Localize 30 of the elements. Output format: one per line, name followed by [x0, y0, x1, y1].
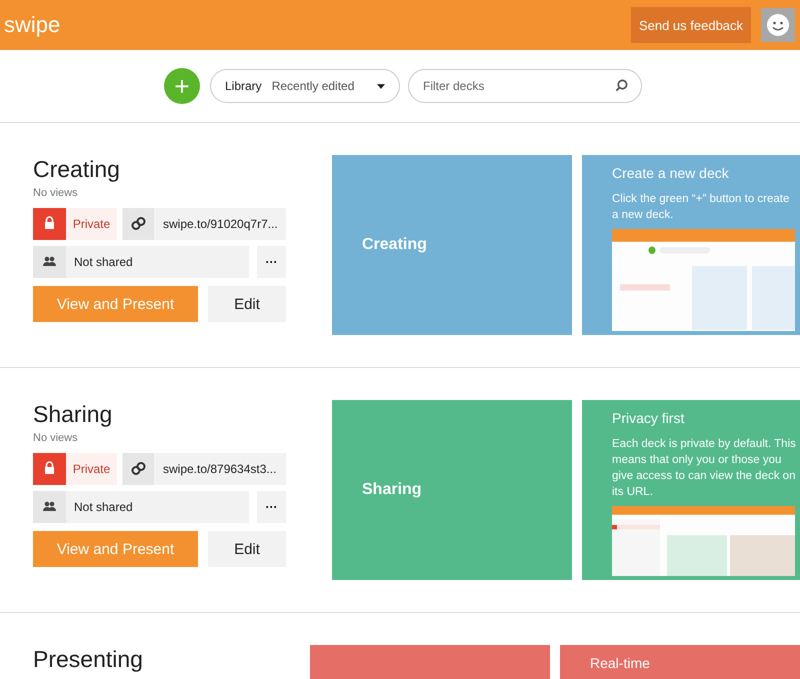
deck-title: Creating: [33, 155, 121, 183]
info-title: Privacy first: [612, 410, 686, 426]
caret-icon: [377, 84, 385, 88]
views-count: No views: [33, 432, 79, 444]
sharing-status[interactable]: Not shared: [66, 246, 249, 278]
link-icon[interactable]: [122, 453, 155, 485]
more-button[interactable]: ···: [257, 246, 286, 278]
deck-url[interactable]: swipe.to/879634st3...: [155, 453, 286, 485]
edit-button[interactable]: Edit: [208, 531, 286, 567]
search-icon[interactable]: [615, 79, 628, 92]
info-text: Click the green “+” button to create a new deck.: [612, 192, 790, 223]
deck-title: Presenting: [33, 645, 144, 673]
sharing-status[interactable]: Not shared: [66, 491, 249, 523]
deck-url[interactable]: swipe.to/91020q7r7...: [155, 208, 286, 240]
deck-title: Sharing: [33, 400, 114, 428]
info-text: Each deck is private by default. This means that only you or those you give access to can view the deck on its URL.: [612, 437, 797, 500]
lock-icon[interactable]: [33, 453, 66, 485]
filter-field[interactable]: Filter decks: [408, 69, 642, 103]
info-title: Real-time: [590, 655, 651, 671]
edit-button[interactable]: Edit: [208, 286, 286, 322]
people-icon[interactable]: [33, 491, 66, 523]
library-dropdown[interactable]: Library Recently edited: [210, 69, 400, 103]
privacy-label[interactable]: Private: [66, 208, 117, 240]
people-icon[interactable]: [33, 246, 66, 278]
privacy-label[interactable]: Private: [66, 453, 117, 485]
more-button[interactable]: ···: [257, 491, 286, 523]
views-count: No views: [33, 187, 79, 199]
lock-icon[interactable]: [33, 208, 66, 240]
link-icon[interactable]: [122, 208, 155, 240]
info-title: Create a new deck: [612, 165, 730, 181]
